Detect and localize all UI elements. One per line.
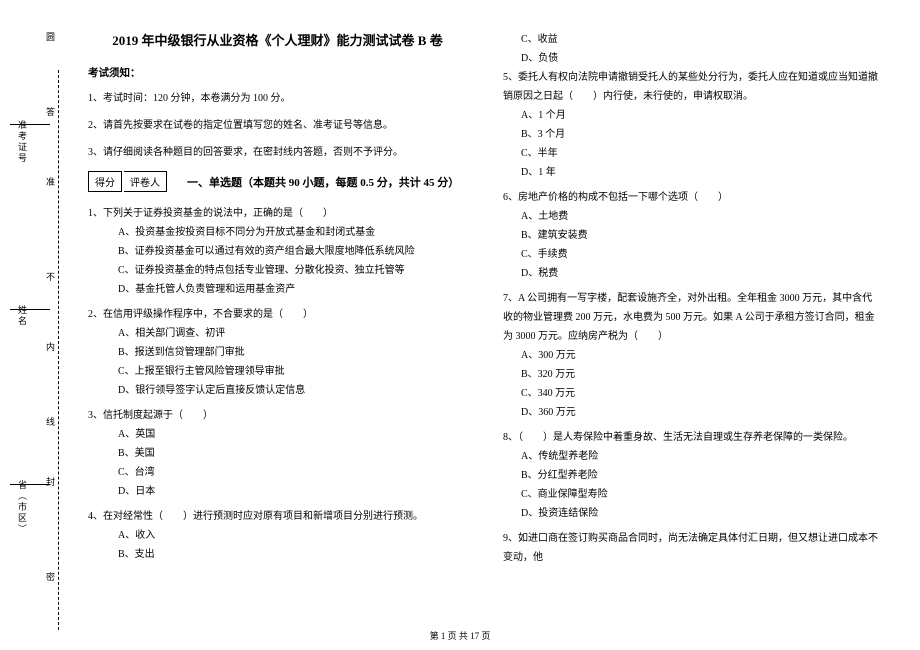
question-4: 4、在对经常性（ ）进行预测时应对原有项目和新增项目分别进行预测。 A、收入 B…	[88, 507, 467, 564]
q5-opt-c: C、半年	[521, 144, 882, 163]
grader-label: 评卷人	[124, 171, 167, 192]
q9-text: 9、如进口商在签订购买商品合同时，尚无法确定具体付汇日期，但又想让进口成本不变动…	[503, 529, 882, 567]
question-5: 5、委托人有权向法院申请撤销受托人的某些处分行为，委托人应在知道或应当知道撤销原…	[503, 68, 882, 182]
question-3: 3、信托制度起源于（ ） A、英国 B、美国 C、台湾 D、日本	[88, 406, 467, 501]
q8-opt-c: C、商业保障型寿险	[521, 485, 882, 504]
q2-opt-c: C、上报至银行主管风险管理领导审批	[118, 362, 467, 381]
q7-opt-b: B、320 万元	[521, 365, 882, 384]
q5-text: 5、委托人有权向法院申请撤销受托人的某些处分行为，委托人应在知道或应当知道撤销原…	[503, 68, 882, 106]
side-admit: 准	[46, 175, 57, 188]
side-inner: 内	[46, 340, 57, 353]
q6-opt-a: A、土地费	[521, 207, 882, 226]
q3-opt-d: D、日本	[118, 482, 467, 501]
q3-opt-b: B、美国	[118, 444, 467, 463]
q1-opt-d: D、基金托管人负责管理和运用基金资产	[118, 280, 467, 299]
q6-opt-c: C、手续费	[521, 245, 882, 264]
q7-opt-c: C、340 万元	[521, 384, 882, 403]
binding-margin: 圆 答 准考证号 准 不 姓名 内 线 封 省（市区） 密	[10, 30, 65, 610]
side-admit-label: 准考证号	[16, 120, 29, 164]
binding-dotted-line	[58, 70, 59, 630]
q3-text: 3、信托制度起源于（ ）	[88, 406, 467, 425]
q8-opt-a: A、传统型养老险	[521, 447, 882, 466]
q1-opt-b: B、证券投资基金可以通过有效的资产组合最大限度地降低系统风险	[118, 242, 467, 261]
q1-opt-c: C、证券投资基金的特点包括专业管理、分散化投资、独立托管等	[118, 261, 467, 280]
q4-text: 4、在对经常性（ ）进行预测时应对原有项目和新增项目分别进行预测。	[88, 507, 467, 526]
notice-2: 2、请首先按要求在试卷的指定位置填写您的姓名、准考证号等信息。	[88, 117, 467, 134]
q2-opt-d: D、银行领导签字认定后直接反馈认定信息	[118, 381, 467, 400]
q2-text: 2、在信用评级操作程序中，不合要求的是（ ）	[88, 305, 467, 324]
exam-title: 2019 年中级银行从业资格《个人理财》能力测试试卷 B 卷	[88, 30, 467, 49]
q8-opt-d: D、投资连结保险	[521, 504, 882, 523]
side-line: 线	[46, 415, 57, 428]
question-2: 2、在信用评级操作程序中，不合要求的是（ ） A、相关部门调查、初评 B、报送到…	[88, 305, 467, 400]
notice-1: 1、考试时间：120 分钟，本卷满分为 100 分。	[88, 90, 467, 107]
question-6: 6、房地产价格的构成不包括一下哪个选项（ ） A、土地费 B、建筑安装费 C、手…	[503, 188, 882, 283]
side-circle: 圆	[46, 30, 57, 43]
side-secret: 密	[46, 570, 57, 583]
q4-opt-a: A、收入	[118, 526, 467, 545]
question-8: 8、（ ）是人寿保险中着重身故、生活无法自理或生存养老保障的一类保险。 A、传统…	[503, 428, 882, 523]
q8-text: 8、（ ）是人寿保险中着重身故、生活无法自理或生存养老保障的一类保险。	[503, 428, 882, 447]
left-column: 2019 年中级银行从业资格《个人理财》能力测试试卷 B 卷 考试须知： 1、考…	[70, 30, 485, 600]
q6-opt-d: D、税费	[521, 264, 882, 283]
q6-opt-b: B、建筑安装费	[521, 226, 882, 245]
q8-opt-b: B、分红型养老险	[521, 466, 882, 485]
score-label: 得分	[88, 171, 122, 192]
right-column: C、收益 D、负债 5、委托人有权向法院申请撤销受托人的某些处分行为，委托人应在…	[485, 30, 900, 600]
side-province-label: 省（市区）	[16, 480, 29, 535]
q4-opt-b: B、支出	[118, 545, 467, 564]
q4-opt-c: C、收益	[521, 30, 882, 49]
q2-opt-b: B、报送到信贷管理部门审批	[118, 343, 467, 362]
q5-opt-b: B、3 个月	[521, 125, 882, 144]
page-content: 2019 年中级银行从业资格《个人理财》能力测试试卷 B 卷 考试须知： 1、考…	[0, 0, 920, 620]
q5-opt-a: A、1 个月	[521, 106, 882, 125]
side-no: 不	[46, 270, 57, 283]
section-1-title: 一、单选题（本题共 90 小题，每题 0.5 分，共计 45 分）	[187, 174, 459, 190]
q3-opt-a: A、英国	[118, 425, 467, 444]
q7-text: 7、A 公司拥有一写字楼，配套设施齐全，对外出租。全年租金 3000 万元，其中…	[503, 289, 882, 346]
q5-opt-d: D、1 年	[521, 163, 882, 182]
notice-3: 3、请仔细阅读各种题目的回答要求，在密封线内答题，否则不予评分。	[88, 144, 467, 161]
score-row: 得分 评卷人 一、单选题（本题共 90 小题，每题 0.5 分，共计 45 分）	[88, 171, 467, 192]
q2-opt-a: A、相关部门调查、初评	[118, 324, 467, 343]
question-1: 1、下列关于证券投资基金的说法中，正确的是（ ） A、投资基金按投资目标不同分为…	[88, 204, 467, 299]
q4-opt-d: D、负债	[521, 49, 882, 68]
q7-opt-a: A、300 万元	[521, 346, 882, 365]
q1-opt-a: A、投资基金按投资目标不同分为开放式基金和封闭式基金	[118, 223, 467, 242]
q6-text: 6、房地产价格的构成不包括一下哪个选项（ ）	[503, 188, 882, 207]
q7-opt-d: D、360 万元	[521, 403, 882, 422]
question-9: 9、如进口商在签订购买商品合同时，尚无法确定具体付汇日期，但又想让进口成本不变动…	[503, 529, 882, 567]
q1-text: 1、下列关于证券投资基金的说法中，正确的是（ ）	[88, 204, 467, 223]
page-footer: 第 1 页 共 17 页	[0, 629, 920, 642]
notice-heading: 考试须知：	[88, 65, 467, 80]
question-7: 7、A 公司拥有一写字楼，配套设施齐全，对外出租。全年租金 3000 万元，其中…	[503, 289, 882, 422]
q3-opt-c: C、台湾	[118, 463, 467, 482]
